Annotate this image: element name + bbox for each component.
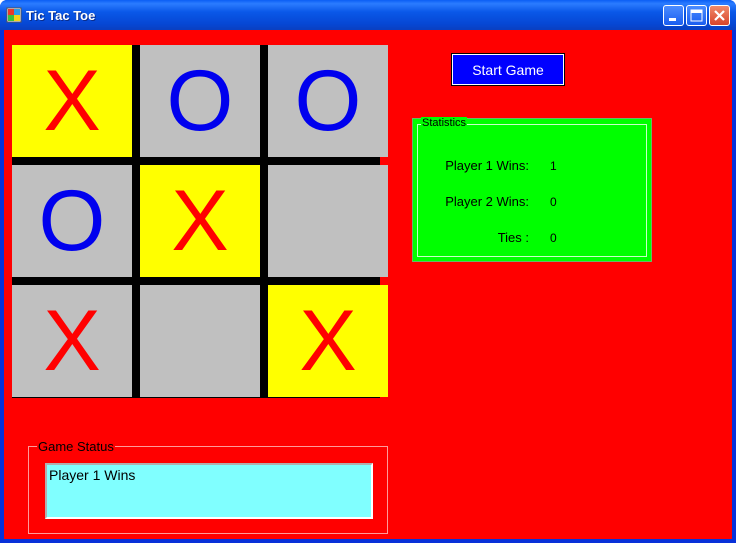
- statistics-legend: Statistics: [421, 117, 468, 129]
- close-button[interactable]: [709, 5, 730, 26]
- cell-mark: X: [299, 293, 357, 389]
- cell-mark: O: [38, 173, 106, 269]
- board-cell[interactable]: O: [12, 165, 132, 277]
- board-cell[interactable]: X: [12, 45, 132, 157]
- cell-mark: O: [294, 53, 362, 149]
- player1-wins-label: Player 1 Wins:: [445, 158, 529, 173]
- minimize-button[interactable]: [663, 5, 684, 26]
- board-cell[interactable]: X: [268, 285, 388, 397]
- cell-mark: X: [43, 293, 101, 389]
- window-title: Tic Tac Toe: [26, 8, 96, 23]
- cell-mark: O: [166, 53, 234, 149]
- ties-label: Ties :: [497, 230, 529, 245]
- board-cell[interactable]: [268, 165, 388, 277]
- board-cell[interactable]: O: [268, 45, 388, 157]
- title-bar[interactable]: Tic Tac Toe: [0, 0, 736, 30]
- game-status-textbox[interactable]: Player 1 Wins: [45, 463, 373, 519]
- game-status-group: Game Status Player 1 Wins: [28, 439, 388, 534]
- start-game-button[interactable]: Start Game: [451, 53, 565, 86]
- app-icon: [6, 7, 22, 23]
- board-cell[interactable]: X: [12, 285, 132, 397]
- maximize-button[interactable]: [686, 5, 707, 26]
- board-cell[interactable]: O: [140, 45, 260, 157]
- minimize-icon: [669, 18, 676, 21]
- client-area: X O O O X X X Start Game Statistics Play…: [4, 30, 732, 539]
- game-board: X O O O X X X: [12, 45, 388, 398]
- close-icon: [714, 10, 725, 21]
- board-cell[interactable]: X: [140, 165, 260, 277]
- player2-wins-label: Player 2 Wins:: [445, 194, 529, 209]
- maximize-icon: [690, 9, 703, 22]
- statistics-group: Statistics Player 1 Wins: 1 Player 2 Win…: [412, 117, 652, 262]
- main-window: Tic Tac Toe X O O O X X X Start Game Sta…: [0, 0, 736, 543]
- cell-mark: X: [43, 53, 101, 149]
- board-cell[interactable]: [140, 285, 260, 397]
- player1-wins-value: 1: [550, 159, 557, 173]
- cell-mark: X: [171, 173, 229, 269]
- game-status-legend: Game Status: [37, 439, 115, 454]
- ties-value: 0: [550, 231, 557, 245]
- player2-wins-value: 0: [550, 195, 557, 209]
